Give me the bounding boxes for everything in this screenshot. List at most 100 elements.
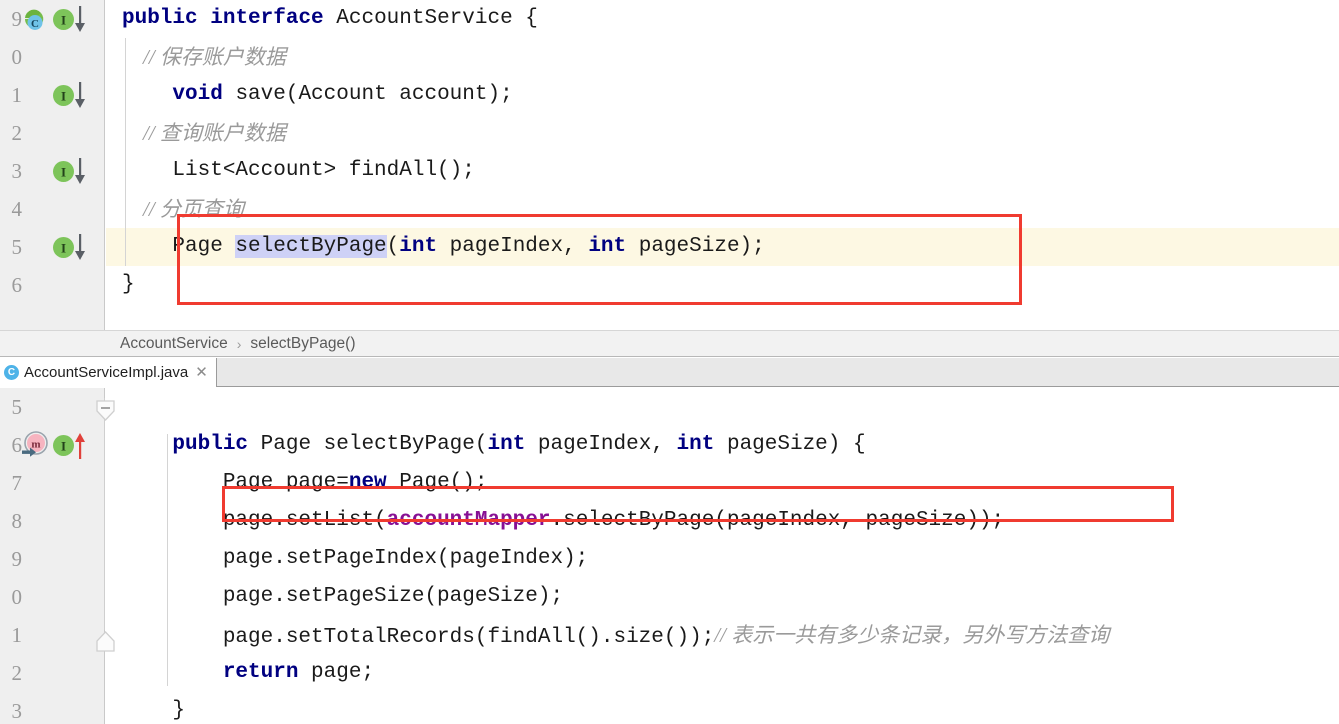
code-token: int [588, 235, 627, 258]
breadcrumb[interactable]: AccountService › selectByPage() [0, 330, 1339, 357]
code-token: page.setPageSize(pageSize); [122, 585, 564, 608]
code-token: ( [386, 235, 400, 258]
gutter-line[interactable]: 9 [0, 540, 105, 578]
gutter-line[interactable]: 5 [0, 388, 105, 426]
svg-text:I: I [61, 13, 66, 28]
editor-gutter-top[interactable]: 9 C I 0 1 I 2 3 I 4 5 I 6 [0, 0, 105, 330]
code-line[interactable]: return page; [106, 654, 1339, 692]
code-line[interactable]: public Page selectByPage(int pageIndex, … [106, 426, 1339, 464]
line-number: 1 [11, 623, 23, 647]
code-token: page; [298, 661, 375, 684]
code-token: // 分页查询 [122, 197, 244, 221]
code-token: accountMapper [386, 509, 551, 532]
gutter-line[interactable]: 0 [0, 578, 105, 616]
gutter-line[interactable]: 1 I [0, 76, 105, 114]
implemented-method-icon[interactable]: I [52, 84, 75, 107]
code-line[interactable]: Page page=new Page(); [106, 464, 1339, 502]
breadcrumb-item-method[interactable]: selectByPage() [250, 335, 355, 353]
implemented-method-icon[interactable]: I [52, 434, 75, 457]
line-number: 5 [11, 235, 23, 259]
code-token: AccountService { [323, 7, 538, 30]
code-token: pageSize) { [714, 433, 866, 456]
line-number: 1 [11, 83, 23, 107]
code-line[interactable]: void save(Account account); [106, 76, 1339, 114]
svg-text:I: I [61, 89, 66, 104]
arrow-down-icon[interactable] [74, 6, 86, 33]
gutter-line[interactable]: 0 [0, 38, 105, 76]
gutter-line[interactable]: 6 [0, 266, 105, 304]
code-token: // 保存账户数据 [122, 45, 286, 69]
ide-window: 9 C I 0 1 I 2 3 I 4 5 I 6 public interfa… [0, 0, 1339, 724]
arrow-down-icon[interactable] [74, 234, 86, 261]
gutter-line[interactable]: 9 C I [0, 0, 105, 38]
close-icon[interactable]: ✕ [193, 365, 210, 380]
code-area-bottom[interactable]: public Page selectByPage(int pageIndex, … [106, 388, 1339, 724]
code-token: } [122, 699, 186, 722]
editor-pane-account-service[interactable]: 9 C I 0 1 I 2 3 I 4 5 I 6 public interfa… [0, 0, 1339, 330]
tab-account-service-impl[interactable]: C AccountServiceImpl.java ✕ [0, 358, 217, 387]
code-token: selectByPage [235, 235, 387, 258]
arrow-up-icon[interactable] [74, 432, 86, 459]
code-token: } [122, 273, 135, 296]
arrow-down-icon[interactable] [74, 158, 86, 185]
code-line[interactable]: List<Account> findAll(); [106, 152, 1339, 190]
java-class-icon: C [4, 365, 19, 380]
code-token: Page(); [386, 471, 488, 494]
gutter-line[interactable]: 3 I [0, 152, 105, 190]
code-area-top[interactable]: public interface AccountService { // 保存账… [106, 0, 1339, 330]
editor-gutter-bottom[interactable]: 5 6 m I 7 8 9 0 1 2 3 [0, 388, 105, 724]
svg-text:I: I [61, 241, 66, 256]
tab-label: AccountServiceImpl.java [24, 364, 189, 381]
gutter-line[interactable]: 2 [0, 654, 105, 692]
code-token: // 表示一共有多少条记录，另外写方法查询 [714, 623, 1110, 647]
code-token: // 查询账户数据 [122, 121, 286, 145]
code-line[interactable]: } [106, 266, 1339, 304]
code-line[interactable] [106, 388, 1339, 426]
breadcrumb-item-class[interactable]: AccountService [120, 335, 228, 353]
code-line[interactable]: // 分页查询 [106, 190, 1339, 228]
code-line[interactable]: public interface AccountService { [106, 0, 1339, 38]
line-number: 9 [11, 547, 23, 571]
fold-collapse-icon[interactable] [96, 400, 115, 421]
code-token: save(Account account); [222, 83, 513, 106]
gutter-line[interactable]: 5 I [0, 228, 105, 266]
fold-region-line [104, 398, 105, 630]
code-token: return [222, 661, 299, 684]
gutter-line[interactable]: 4 [0, 190, 105, 228]
code-token: void [172, 83, 223, 106]
code-token: page.setPageIndex(pageIndex); [122, 547, 589, 570]
line-number: 5 [11, 395, 23, 419]
gutter-line[interactable]: 6 m I [0, 426, 105, 464]
line-number: 3 [11, 699, 23, 723]
code-line[interactable]: // 保存账户数据 [106, 38, 1339, 76]
code-line[interactable]: // 查询账户数据 [106, 114, 1339, 152]
spring-bean-icon[interactable]: C [22, 7, 47, 32]
gutter-line[interactable]: 8 [0, 502, 105, 540]
implemented-method-icon[interactable]: I [52, 160, 75, 183]
code-line[interactable]: page.setPageIndex(pageIndex); [106, 540, 1339, 578]
line-number: 9 [11, 7, 23, 31]
svg-text:I: I [61, 165, 66, 180]
gutter-line[interactable]: 7 [0, 464, 105, 502]
code-line[interactable]: Page selectByPage(int pageIndex, int pag… [106, 228, 1339, 266]
implemented-method-icon[interactable]: I [52, 8, 75, 31]
method-bean-icon[interactable]: m [20, 431, 50, 461]
code-line[interactable]: page.setTotalRecords(findAll().size());/… [106, 616, 1339, 654]
code-line[interactable]: page.setPageSize(pageSize); [106, 578, 1339, 616]
editor-tab-bar[interactable]: C AccountServiceImpl.java ✕ [0, 358, 1339, 387]
code-line[interactable]: } [106, 692, 1339, 724]
code-token: page.setTotalRecords(findAll().size()); [122, 626, 715, 649]
code-line[interactable]: page.setList(accountMapper.selectByPage(… [106, 502, 1339, 540]
line-number: 3 [11, 159, 23, 183]
gutter-line[interactable]: 2 [0, 114, 105, 152]
svg-text:m: m [31, 439, 40, 451]
arrow-down-icon[interactable] [74, 82, 86, 109]
implemented-method-icon[interactable]: I [52, 236, 75, 259]
gutter-line[interactable]: 3 [0, 692, 105, 724]
code-token: interface [210, 7, 324, 30]
editor-pane-account-service-impl[interactable]: 5 6 m I 7 8 9 0 1 2 3 public Page select… [0, 388, 1339, 724]
gutter-line[interactable]: 1 [0, 616, 105, 654]
code-token: Page [122, 235, 236, 258]
